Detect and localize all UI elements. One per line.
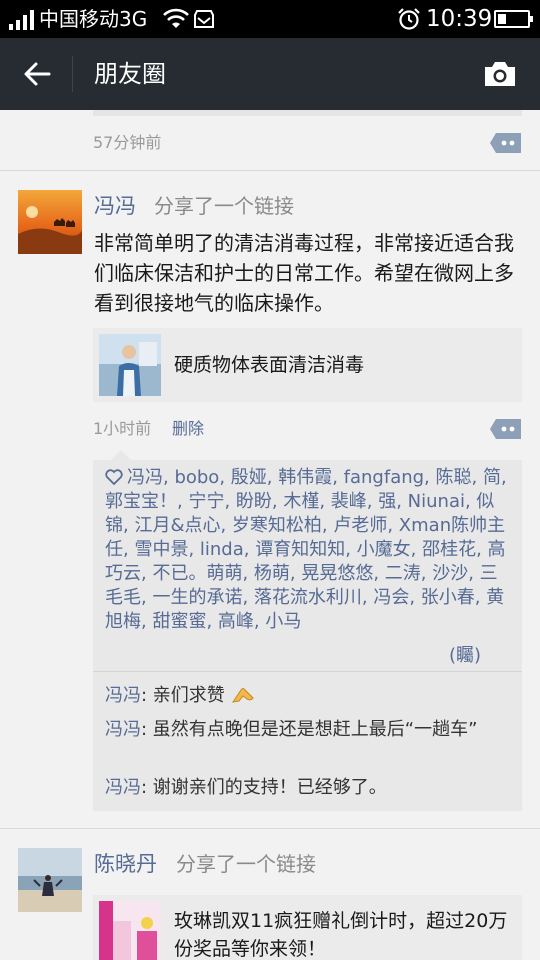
comment-text: 虽然有点晚但是还是想赶上最后“一趟车” [152,719,478,740]
comment-text: 谢谢亲们的支持！已经够了。 [152,777,387,798]
comment-menu-icon[interactable] [490,418,522,440]
share-label: 分享了一个链接 [176,852,316,876]
post-separator [0,828,540,829]
likes-more[interactable]: (矚) [449,644,481,668]
comment-author[interactable]: 冯冯 [105,685,141,706]
camera-button[interactable] [478,54,522,94]
likes-names[interactable]: 冯冯, bobo, 殷娅, 韩伟霞, fangfang, 陈聪, 简, 郭宝宝！… [105,467,507,632]
moments-feed[interactable]: 57分钟前 冯冯 分享了一个链接 非常简单明了的清洁消毒过程，非常接近适合我们临… [0,110,540,960]
post-separator [0,170,540,171]
comment-text: 亲们求赞 [152,685,225,706]
post-author-name[interactable]: 冯冯 [94,192,136,220]
alarm-clock-icon [398,8,420,30]
post-time: 1小时前 [93,419,152,438]
battery-icon [494,10,533,28]
post-text: 非常简单明了的清洁消毒过程，非常接近适合我们临床保洁和护士的日常工作。希望在微网… [94,231,514,315]
clock-time: 10:39 [426,6,493,32]
arrow-left-icon [24,62,51,86]
previous-post-time: 57分钟前 [93,133,162,152]
title-divider [72,56,73,92]
shared-link-card[interactable]: 硬质物体表面清洁消毒 [93,328,522,402]
link-thumbnail [99,334,161,396]
status-bar: 中国移动3G 10:39 [0,0,540,38]
likes-divider [93,671,522,672]
desert-avatar-image [18,190,82,254]
avatar[interactable] [18,848,82,912]
post-author-name[interactable]: 陈晓丹 [94,850,157,878]
delete-link[interactable]: 删除 [172,418,204,440]
link-thumbnail [99,901,161,960]
comment-author[interactable]: 冯冯 [105,719,141,740]
comment-author[interactable]: 冯冯 [105,777,141,798]
wifi-icon [163,8,189,28]
link-title: 玫琳凯双11疯狂赠礼倒计时，超过20万份奖品等你来领！ [174,910,508,960]
shared-link-card[interactable]: 玫琳凯双11疯狂赠礼倒计时，超过20万份奖品等你来领！ [93,895,522,960]
link-title: 硬质物体表面清洁消毒 [174,354,365,376]
back-button[interactable] [14,54,60,94]
title-bar: 朋友圈 [0,38,540,110]
comment-item[interactable]: 冯冯: 亲们求赞 [105,684,515,708]
carrier-label: 中国移动3G [39,7,148,31]
beach-avatar-image [18,848,82,912]
share-label: 分享了一个链接 [154,194,294,218]
page-title: 朋友圈 [94,60,166,88]
comment-item[interactable]: 冯冯: 虽然有点晚但是还是想赶上最后“一趟车” [105,718,515,742]
pray-hands-emoji-icon [231,688,254,703]
signal-icon [9,10,34,30]
comment-item[interactable]: 冯冯: 谢谢亲们的支持！已经够了。 [105,776,515,800]
likes-list: 冯冯, bobo, 殷娅, 韩伟霞, fangfang, 陈聪, 简, 郭宝宝！… [105,466,515,668]
nurse-thumbnail-image [99,334,161,396]
previous-post-card [93,110,522,116]
gift-promo-thumbnail-image [99,901,161,960]
likes-comments-box: 冯冯, bobo, 殷娅, 韩伟霞, fangfang, 陈聪, 简, 郭宝宝！… [93,450,522,811]
message-icon [194,10,214,28]
camera-icon [485,62,515,86]
comment-menu-icon[interactable] [490,132,522,154]
avatar[interactable] [18,190,82,254]
battery-level [498,14,506,24]
heart-icon [105,469,123,485]
